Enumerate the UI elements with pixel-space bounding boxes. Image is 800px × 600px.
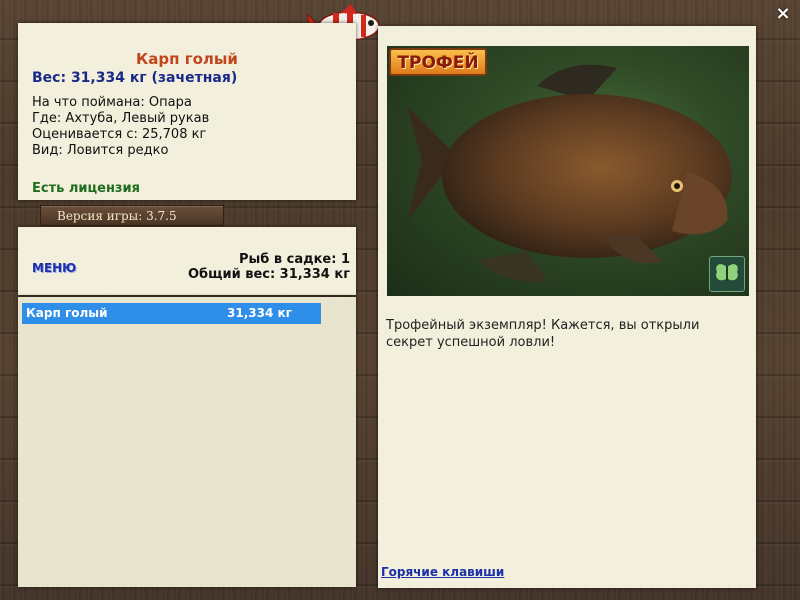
cage-list: Карп голый 31,334 кг <box>18 297 356 587</box>
fish-name-title: Карп голый <box>136 50 238 68</box>
butterfly-icon <box>716 264 738 281</box>
trophy-badge: ТРОФЕЙ <box>389 48 487 76</box>
cage-total-weight: Общий вес: 31,334 кг <box>187 267 350 282</box>
hotkeys-link[interactable]: Горячие клавиши <box>381 565 504 579</box>
cage-row-weight: 31,334 кг <box>227 306 292 320</box>
trophy-panel: ТРОФЕЙ Трофейный экземпляр! Кажется, вы … <box>378 26 756 588</box>
close-button[interactable]: × <box>774 5 792 23</box>
cage-header: МЕНЮ Рыб в садке: 1 Общий вес: 31,334 кг <box>18 227 356 295</box>
fish-photo: ТРОФЕЙ <box>387 46 749 296</box>
cage-fish-count: Рыб в садке: 1 <box>238 252 350 267</box>
license-status: Есть лицензия <box>32 181 140 196</box>
trophy-description: Трофейный экземпляр! Кажется, вы открыли… <box>386 318 700 350</box>
cage-row-fish-name: Карп голый <box>26 306 108 320</box>
butterfly-button[interactable] <box>709 256 745 292</box>
catch-info-card: Карп голый Вес: 31,334 кг (зачетная) На … <box>18 23 356 200</box>
fish-weight: Вес: 31,334 кг (зачетная) <box>32 70 238 86</box>
valued-from-info: Оценивается с: 25,708 кг <box>32 127 207 142</box>
game-version-label: Версия игры: 3.7.5 <box>40 205 224 226</box>
menu-button[interactable]: МЕНЮ <box>32 261 76 275</box>
rarity-info: Вид: Ловится редко <box>32 143 169 158</box>
bait-info: На что поймана: Опара <box>32 95 192 110</box>
cage-list-row-selected[interactable]: Карп голый 31,334 кг <box>22 303 321 324</box>
carp-image <box>407 64 732 282</box>
location-info: Где: Ахтуба, Левый рукав <box>32 111 210 126</box>
